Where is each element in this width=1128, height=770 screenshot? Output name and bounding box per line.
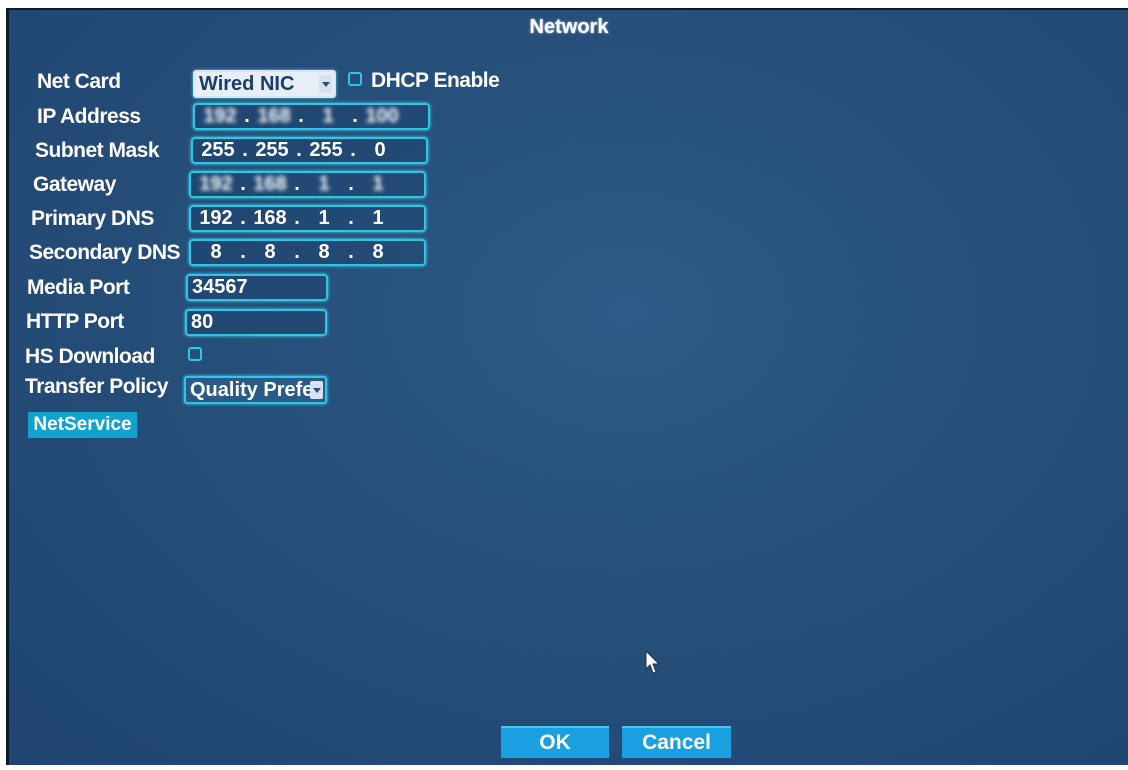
dns1-octet: 1 bbox=[372, 207, 384, 229]
media-port-label: Media Port bbox=[27, 276, 130, 299]
secondary-dns-label: Secondary DNS bbox=[29, 241, 181, 264]
net-card-value: Wired NIC bbox=[199, 73, 295, 95]
dns2-octet: 8 bbox=[210, 241, 222, 263]
mouse-pointer-icon bbox=[645, 650, 661, 674]
transfer-policy-value: Quality Prefe bbox=[190, 379, 314, 401]
media-port-value: 34567 bbox=[192, 276, 248, 298]
hs-download-checkbox[interactable] bbox=[188, 347, 202, 361]
ip-octet: 192 bbox=[203, 105, 237, 127]
hs-download-label: HS Download bbox=[25, 345, 155, 368]
ip-octet: 1 bbox=[322, 105, 334, 127]
dns1-octet: 1 bbox=[318, 207, 330, 229]
dropdown-arrow-icon[interactable] bbox=[319, 75, 332, 93]
cancel-button[interactable]: Cancel bbox=[622, 726, 731, 758]
gateway-octet: 1 bbox=[372, 173, 384, 195]
subnet-octet: 255 bbox=[309, 139, 343, 161]
gateway-label: Gateway bbox=[33, 173, 116, 196]
secondary-dns-input[interactable]: 8. 8. 8. 8 bbox=[189, 239, 426, 266]
transfer-policy-label: Transfer Policy bbox=[25, 375, 169, 398]
dns1-octet: 192 bbox=[199, 207, 233, 229]
gateway-octet: 192 bbox=[199, 173, 233, 195]
net-card-select[interactable]: Wired NIC bbox=[193, 70, 336, 98]
dns2-octet: 8 bbox=[264, 241, 276, 263]
dropdown-arrow-icon[interactable] bbox=[310, 381, 323, 399]
ip-address-label: IP Address bbox=[37, 105, 141, 128]
ip-octet: 100 bbox=[365, 105, 399, 127]
http-port-value: 80 bbox=[191, 311, 214, 333]
gateway-input[interactable]: 192. 168. 1. 1 bbox=[189, 171, 426, 198]
primary-dns-label: Primary DNS bbox=[31, 207, 154, 230]
subnet-octet: 255 bbox=[201, 139, 235, 161]
media-port-input[interactable]: 34567 bbox=[186, 274, 328, 301]
netservice-button[interactable]: NetService bbox=[28, 412, 137, 438]
dns1-octet: 168 bbox=[253, 207, 287, 229]
gateway-octet: 1 bbox=[318, 173, 330, 195]
gateway-octet: 168 bbox=[253, 173, 287, 195]
subnet-mask-input[interactable]: 255. 255. 255. 0 bbox=[191, 137, 428, 164]
net-card-label: Net Card bbox=[37, 70, 121, 93]
transfer-policy-select[interactable]: Quality Prefe bbox=[184, 376, 327, 404]
ip-octet: 168 bbox=[257, 105, 291, 127]
http-port-input[interactable]: 80 bbox=[185, 309, 327, 336]
dns2-octet: 8 bbox=[372, 241, 384, 263]
subnet-octet: 0 bbox=[374, 139, 386, 161]
dialog-title: Network bbox=[529, 16, 609, 38]
http-port-label: HTTP Port bbox=[26, 310, 124, 333]
subnet-mask-label: Subnet Mask bbox=[35, 139, 160, 162]
dns2-octet: 8 bbox=[318, 241, 330, 263]
primary-dns-input[interactable]: 192. 168. 1. 1 bbox=[189, 205, 426, 232]
dhcp-enable-checkbox[interactable] bbox=[348, 72, 362, 86]
ok-button[interactable]: OK bbox=[501, 726, 609, 758]
ip-address-input[interactable]: 192. 168. 1. 100 bbox=[193, 103, 430, 130]
dhcp-enable-label: DHCP Enable bbox=[371, 69, 500, 92]
network-dialog: Network Net Card Wired NIC DHCP Enable I… bbox=[6, 8, 1128, 765]
subnet-octet: 255 bbox=[255, 139, 289, 161]
